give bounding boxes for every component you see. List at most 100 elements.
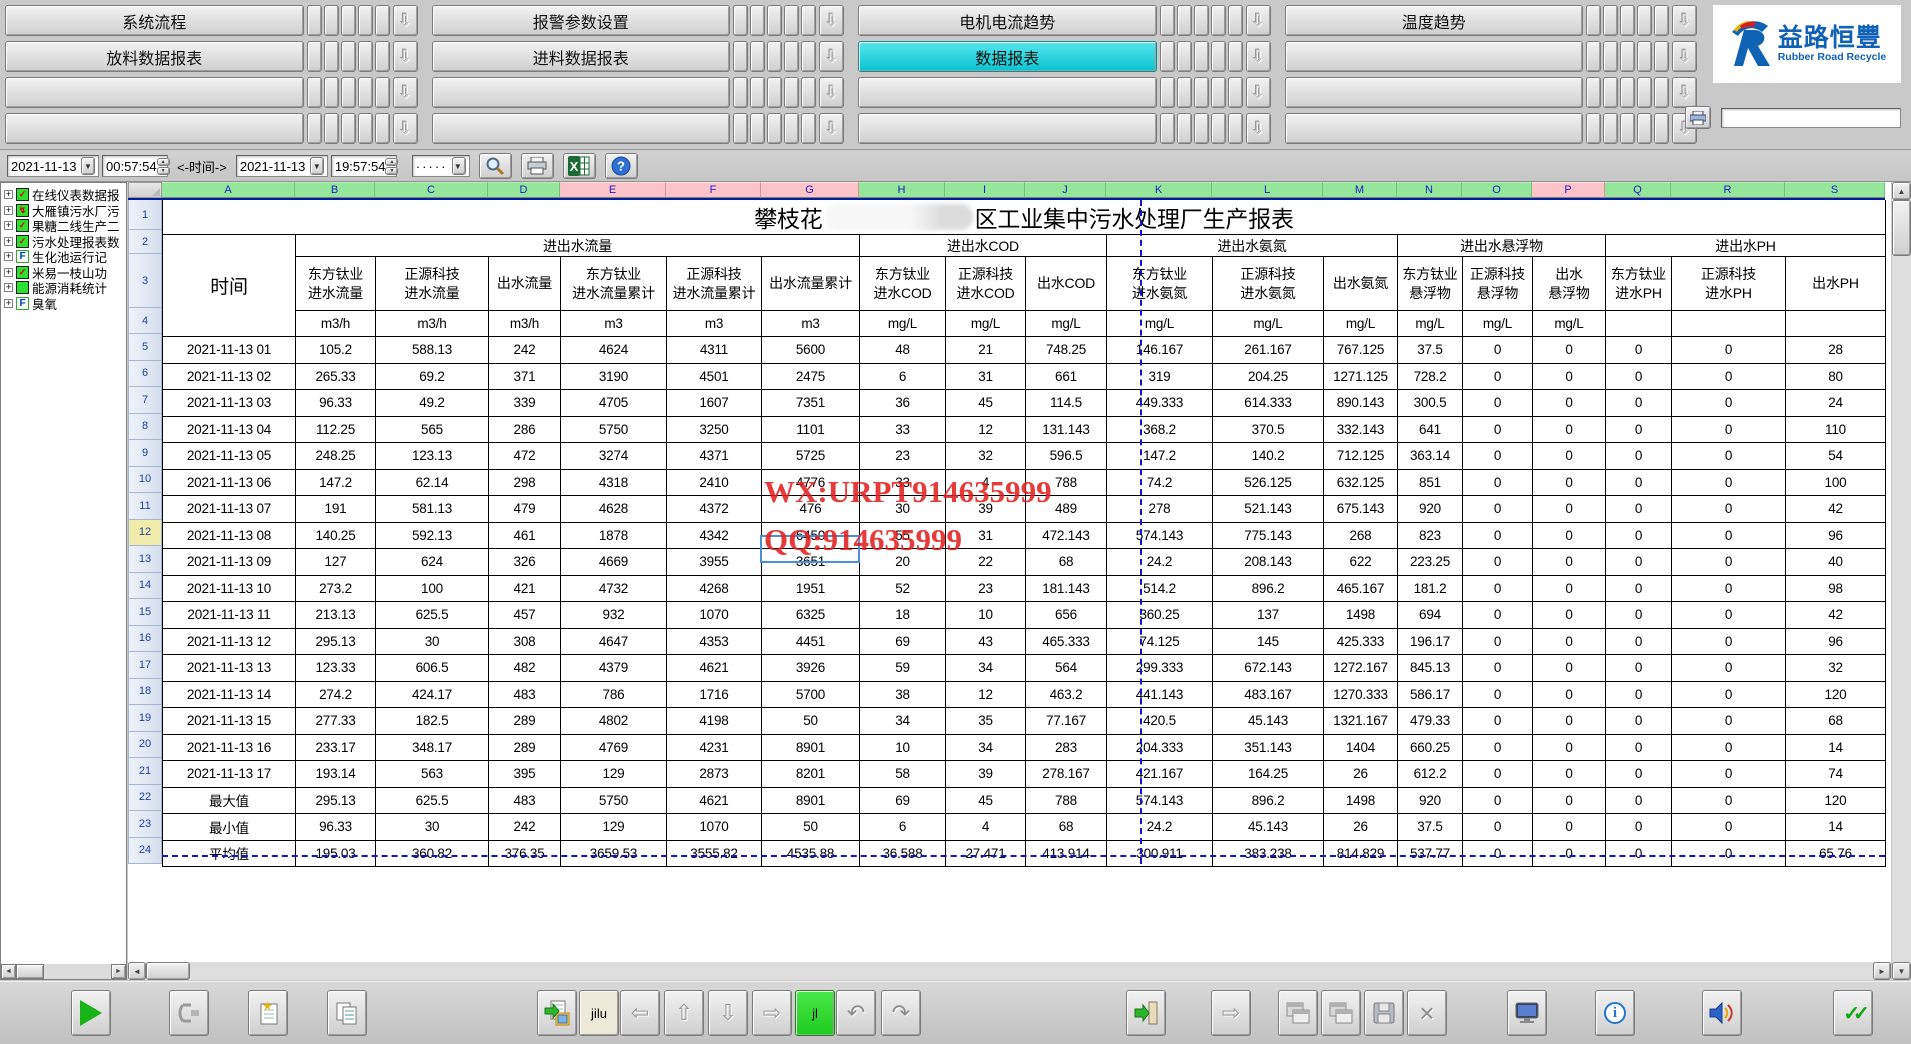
data-cell[interactable]: 0 [1533, 681, 1606, 708]
data-cell[interactable]: 3274 [561, 443, 667, 470]
tree-horizontal-scrollbar[interactable]: ◄ ► [1, 964, 126, 979]
data-cell[interactable]: 574.143 [1107, 522, 1213, 549]
nav-segment[interactable] [801, 41, 816, 72]
data-cell[interactable]: 65.76 [1786, 840, 1886, 867]
data-cell[interactable]: 123.33 [296, 655, 376, 682]
data-cell[interactable]: 223.25 [1398, 549, 1463, 576]
help-button[interactable]: ? [605, 153, 638, 179]
data-cell[interactable]: 1272.167 [1324, 655, 1398, 682]
nav-segment[interactable] [1160, 41, 1175, 72]
data-cell[interactable]: 274.2 [296, 681, 376, 708]
data-cell[interactable]: 32 [1786, 655, 1886, 682]
data-cell[interactable]: 10 [946, 602, 1026, 629]
data-cell[interactable]: 0 [1533, 416, 1606, 443]
data-cell[interactable]: 660.25 [1398, 734, 1463, 761]
data-cell[interactable]: 33 [860, 469, 946, 496]
column-header-C[interactable]: C [375, 182, 488, 198]
data-cell[interactable]: 30 [376, 628, 489, 655]
data-cell[interactable]: 479.33 [1398, 708, 1463, 735]
data-cell[interactable]: 332.143 [1324, 416, 1398, 443]
column-header-R[interactable]: R [1671, 182, 1785, 198]
data-cell[interactable]: 120 [1786, 681, 1886, 708]
data-cell[interactable]: 4776 [762, 469, 860, 496]
data-cell[interactable]: 2410 [667, 469, 762, 496]
data-cell[interactable]: 788 [1026, 787, 1107, 814]
data-cell[interactable]: 8901 [762, 734, 860, 761]
nav-segment[interactable] [750, 5, 765, 36]
data-cell[interactable]: 0 [1463, 443, 1533, 470]
nav-button-r1c4[interactable]: 温度趋势 [1285, 5, 1584, 36]
data-cell[interactable]: 823 [1398, 522, 1463, 549]
row-header-17[interactable]: 17 [128, 652, 162, 679]
data-cell[interactable]: 18 [860, 602, 946, 629]
data-cell[interactable]: 0 [1672, 390, 1786, 417]
data-cell[interactable]: 0 [1533, 814, 1606, 841]
time-cell[interactable]: 2021-11-13 01 [163, 337, 296, 364]
data-cell[interactable]: 24.2 [1107, 549, 1213, 576]
nav-segment[interactable] [1603, 5, 1618, 36]
data-cell[interactable]: 96.33 [296, 390, 376, 417]
nav-segment[interactable] [1586, 77, 1601, 108]
data-cell[interactable]: 775.143 [1213, 522, 1324, 549]
data-cell[interactable]: 69 [860, 628, 946, 655]
window-cascade-button[interactable] [1278, 990, 1318, 1036]
row-header-24[interactable]: 24 [128, 838, 162, 865]
tree-item[interactable]: +✓果糖二线生产二 [4, 218, 126, 234]
scroll-down-icon[interactable]: ▼ [1892, 962, 1911, 980]
time-cell[interactable]: 2021-11-13 03 [163, 390, 296, 417]
scrollbar-track[interactable] [44, 964, 111, 979]
start-time-spinner[interactable]: ▲▼ [157, 158, 170, 175]
nav-segment[interactable] [733, 5, 748, 36]
tree-item[interactable]: +✓污水处理报表数 [4, 234, 126, 250]
data-cell[interactable]: 370.5 [1213, 416, 1324, 443]
time-cell[interactable]: 2021-11-13 06 [163, 469, 296, 496]
nav-segment[interactable] [375, 5, 390, 36]
nav-segment[interactable] [1194, 5, 1209, 36]
data-cell[interactable]: 0 [1533, 469, 1606, 496]
data-cell[interactable]: 441.143 [1107, 681, 1213, 708]
data-cell[interactable]: 483 [489, 681, 561, 708]
sound-button[interactable] [1702, 990, 1742, 1036]
data-cell[interactable]: 0 [1533, 337, 1606, 364]
nav-button-r2c1[interactable]: 放料数据报表 [5, 41, 304, 72]
data-cell[interactable]: 147.2 [296, 469, 376, 496]
delete-button[interactable]: × [1407, 990, 1447, 1036]
data-cell[interactable]: 0 [1463, 787, 1533, 814]
nav-segment[interactable] [750, 41, 765, 72]
nav-segment[interactable] [324, 5, 339, 36]
data-cell[interactable]: 37.5 [1398, 337, 1463, 364]
scrollbar-thumb[interactable] [16, 964, 44, 979]
data-cell[interactable]: 55 [860, 522, 946, 549]
data-cell[interactable]: 0 [1533, 522, 1606, 549]
data-cell[interactable]: 4451 [762, 628, 860, 655]
row-header-23[interactable]: 23 [128, 811, 162, 838]
time-cell[interactable]: 2021-11-13 16 [163, 734, 296, 761]
end-date-picker[interactable]: 2021-11-13 ▼ [236, 155, 328, 177]
nav-segment[interactable] [1586, 41, 1601, 72]
row-header-21[interactable]: 21 [128, 758, 162, 785]
data-cell[interactable]: 50 [762, 708, 860, 735]
data-cell[interactable]: 33 [860, 416, 946, 443]
data-cell[interactable]: 110 [1786, 416, 1886, 443]
nav-segment[interactable] [358, 113, 373, 144]
data-cell[interactable]: 0 [1672, 575, 1786, 602]
data-cell[interactable]: 80 [1786, 363, 1886, 390]
data-cell[interactable]: 98 [1786, 575, 1886, 602]
data-cell[interactable]: 424.17 [376, 681, 489, 708]
data-cell[interactable]: 300.911 [1107, 840, 1213, 867]
data-cell[interactable]: 204.25 [1213, 363, 1324, 390]
column-header-G[interactable]: G [761, 182, 859, 198]
start-date-dropdown-icon[interactable]: ▼ [81, 157, 95, 175]
data-cell[interactable]: 45.143 [1213, 708, 1324, 735]
data-cell[interactable]: 614.333 [1213, 390, 1324, 417]
data-cell[interactable]: 127 [296, 549, 376, 576]
nav-segment[interactable] [750, 77, 765, 108]
nav-button-r4c4[interactable] [1285, 113, 1584, 144]
data-cell[interactable]: 6450 [762, 522, 860, 549]
data-cell[interactable]: 289 [489, 734, 561, 761]
scroll-left-icon[interactable]: ◄ [1, 964, 16, 979]
data-cell[interactable]: 26 [1324, 761, 1398, 788]
column-header-A[interactable]: A [162, 182, 295, 198]
data-cell[interactable]: 0 [1533, 496, 1606, 523]
nav-segment[interactable] [767, 77, 782, 108]
